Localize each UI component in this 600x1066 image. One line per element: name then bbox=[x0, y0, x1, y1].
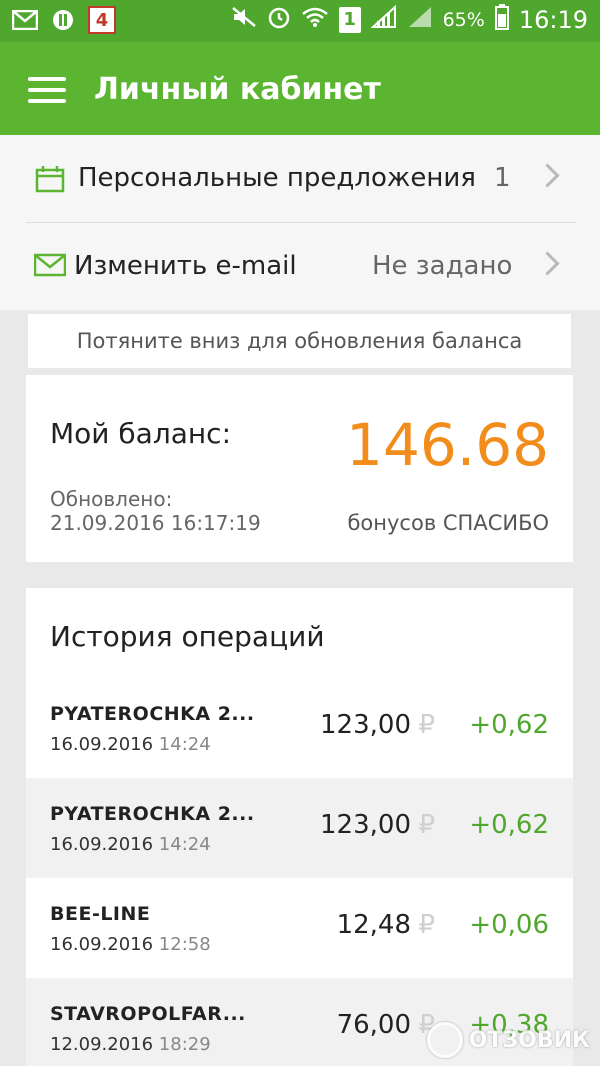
history-card: История операций PYATEROCHKA 2... 16.09.… bbox=[26, 588, 573, 1066]
updated-timestamp: 21.09.2016 16:17:19 bbox=[50, 511, 261, 535]
personal-offers-row[interactable]: Персональные предложения 1 bbox=[0, 135, 600, 222]
balance-label: Мой баланс: bbox=[50, 417, 232, 450]
page-title: Личный кабинет bbox=[94, 72, 381, 107]
transaction-row[interactable]: BEE-LINE 16.09.2016 12:58 12,48 ₽ +0,06 bbox=[26, 878, 573, 978]
balance-unit: бонусов СПАСИБО bbox=[347, 511, 549, 535]
merchant-name: PYATEROCHKA 2... bbox=[50, 703, 255, 725]
calendar-icon bbox=[34, 165, 66, 193]
transaction-amount: 12,48 bbox=[336, 910, 411, 940]
transaction-date: 16.09.2016 14:24 bbox=[50, 734, 211, 755]
ruble-icon: ₽ bbox=[418, 910, 435, 940]
updated-label: Обновлено: bbox=[50, 487, 173, 511]
ruble-icon: ₽ bbox=[418, 710, 435, 740]
alarm-icon bbox=[267, 5, 291, 34]
app-bar: Личный кабинет bbox=[0, 42, 600, 135]
change-email-row[interactable]: Изменить e-mail Не задано bbox=[0, 223, 600, 310]
transaction-date: 16.09.2016 12:58 bbox=[50, 934, 211, 955]
clock: 16:19 bbox=[518, 5, 588, 34]
balance-updated: Обновлено: 21.09.2016 16:17:19 bbox=[50, 487, 261, 535]
signal2-icon bbox=[407, 5, 433, 34]
battery-icon bbox=[494, 4, 509, 35]
envelope-icon bbox=[33, 253, 67, 281]
system-indicators: 1 65% 16:19 bbox=[231, 4, 588, 35]
transaction-amount: 123,00 bbox=[320, 710, 411, 740]
sim-icon: 1 bbox=[338, 6, 361, 33]
merchant-name: PYATEROCHKA 2... bbox=[50, 803, 255, 825]
badge-icon: 4 bbox=[88, 6, 116, 34]
watermark-text: ОТЗОВИК bbox=[468, 1027, 590, 1053]
mail-icon bbox=[12, 7, 38, 33]
email-value: Не задано bbox=[372, 251, 513, 281]
status-bar: 4 1 65% 16:19 bbox=[0, 0, 600, 42]
mute-icon bbox=[231, 6, 257, 33]
watermark-logo-icon bbox=[426, 1022, 463, 1058]
bonus-amount: +0,62 bbox=[469, 810, 549, 840]
transaction-amount: 76,00 bbox=[336, 1010, 411, 1040]
chevron-right-icon bbox=[535, 251, 560, 276]
merchant-name: BEE-LINE bbox=[50, 903, 151, 925]
personal-offers-label: Персональные предложения bbox=[78, 163, 476, 193]
hamburger-menu-icon[interactable] bbox=[28, 77, 66, 103]
transaction-row[interactable]: PYATEROCHKA 2... 16.09.2016 14:24 123,00… bbox=[26, 778, 573, 878]
battery-percent: 65% bbox=[442, 8, 485, 31]
pull-to-refresh-hint: Потяните вниз для обновления баланса bbox=[28, 314, 571, 368]
merchant-name: STAVROPOLFAR... bbox=[50, 1003, 246, 1025]
settings-menu: Персональные предложения 1 Изменить e-ma… bbox=[0, 135, 600, 310]
personal-offers-count: 1 bbox=[494, 163, 511, 193]
change-email-label: Изменить e-mail bbox=[74, 251, 297, 281]
balance-card: Мой баланс: 146.68 Обновлено: 21.09.2016… bbox=[26, 375, 573, 562]
transaction-date: 12.09.2016 18:29 bbox=[50, 1034, 211, 1055]
app-icon bbox=[50, 7, 76, 33]
transaction-row[interactable]: PYATEROCHKA 2... 16.09.2016 14:24 123,00… bbox=[26, 678, 573, 778]
transaction-amount: 123,00 bbox=[320, 810, 411, 840]
bonus-amount: +0,62 bbox=[469, 710, 549, 740]
ruble-icon: ₽ bbox=[418, 810, 435, 840]
transaction-date: 16.09.2016 14:24 bbox=[50, 834, 211, 855]
bonus-amount: +0,06 bbox=[469, 910, 549, 940]
history-title: История операций bbox=[50, 620, 325, 653]
wifi-icon bbox=[301, 6, 329, 33]
balance-value: 146.68 bbox=[346, 411, 549, 479]
chevron-right-icon bbox=[535, 163, 560, 188]
notification-icons: 4 bbox=[12, 6, 116, 34]
watermark: ОТЗОВИК bbox=[426, 1022, 590, 1058]
signal-icon bbox=[370, 4, 397, 34]
